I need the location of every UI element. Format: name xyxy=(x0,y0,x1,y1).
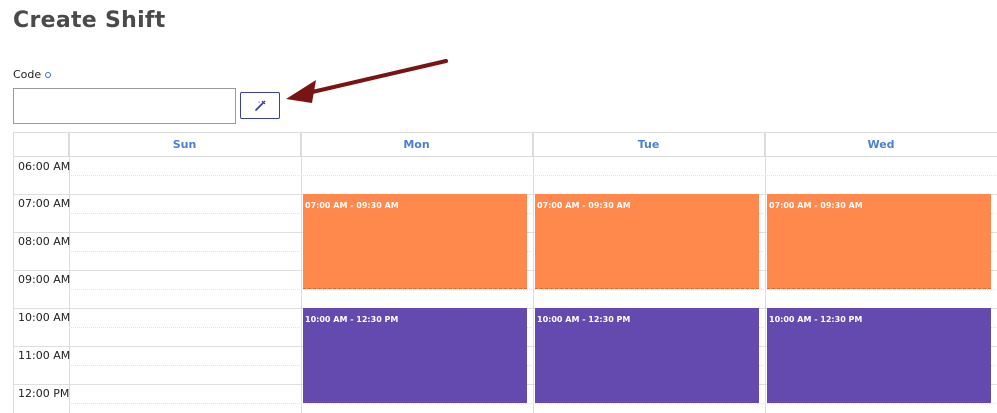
shift-event-wed-late[interactable]: 10:00 AM - 12:30 PM xyxy=(767,308,991,403)
week-calendar: Sun Mon Tue Wed 06:00 AM 07:00 AM 08:00 … xyxy=(13,132,997,413)
shift-event-mon-morning[interactable]: 07:00 AM - 09:30 AM xyxy=(303,194,527,289)
day-header-mon: Mon xyxy=(301,133,533,157)
magic-wand-icon xyxy=(255,100,266,111)
day-header-tue: Tue xyxy=(533,133,765,157)
time-label: 08:00 AM xyxy=(18,235,71,248)
half-hour-line xyxy=(69,403,997,404)
time-label: 06:00 AM xyxy=(18,160,71,173)
generate-code-button[interactable] xyxy=(240,92,280,119)
time-label: 11:00 AM xyxy=(18,349,71,362)
time-label: 12:00 PM xyxy=(18,387,70,400)
shift-event-tue-late[interactable]: 10:00 AM - 12:30 PM xyxy=(535,308,759,403)
time-column-header xyxy=(14,133,69,157)
code-label-row: Code xyxy=(13,68,52,81)
time-label: 09:00 AM xyxy=(18,273,71,286)
shift-event-mon-late[interactable]: 10:00 AM - 12:30 PM xyxy=(303,308,527,403)
day-header-sun: Sun xyxy=(69,133,301,157)
half-hour-line xyxy=(69,289,997,290)
shift-event-tue-morning[interactable]: 07:00 AM - 09:30 AM xyxy=(535,194,759,289)
half-hour-line xyxy=(69,175,997,176)
code-input[interactable] xyxy=(13,88,236,124)
time-label: 07:00 AM xyxy=(18,197,71,210)
day-header-wed: Wed xyxy=(765,133,997,157)
annotation-arrow xyxy=(286,59,448,103)
shift-event-wed-morning[interactable]: 07:00 AM - 09:30 AM xyxy=(767,194,991,289)
code-label: Code xyxy=(13,68,42,81)
page-title: Create Shift xyxy=(13,8,166,33)
time-label: 10:00 AM xyxy=(18,311,71,324)
info-icon[interactable] xyxy=(45,71,52,78)
